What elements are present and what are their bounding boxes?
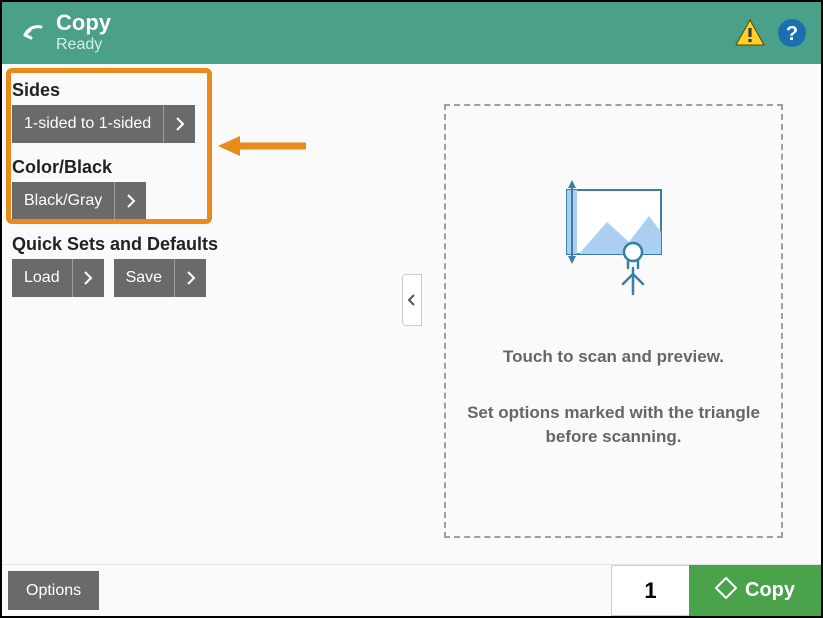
annotation-arrow-icon <box>218 136 308 156</box>
preview-line2: Set options marked with the triangle bef… <box>466 401 761 449</box>
footer-bar: Options Copy <box>2 564 821 616</box>
main-area: Sides 1-sided to 1-sided Color/Black Bla… <box>2 64 821 564</box>
preview-pane: Touch to scan and preview. Set options m… <box>404 64 821 564</box>
save-button[interactable]: Save <box>114 259 206 297</box>
preview-line1: Touch to scan and preview. <box>503 347 724 367</box>
warning-icon[interactable] <box>733 16 767 50</box>
save-label: Save <box>114 269 174 287</box>
svg-text:?: ? <box>786 23 798 45</box>
color-value: Black/Gray <box>12 192 114 210</box>
load-label: Load <box>12 269 72 287</box>
chevron-right-icon <box>163 105 195 143</box>
status-text: Ready <box>56 36 111 54</box>
help-icon[interactable]: ? <box>775 16 809 50</box>
back-icon[interactable] <box>14 15 50 51</box>
preview-area[interactable]: Touch to scan and preview. Set options m… <box>444 104 783 538</box>
chevron-right-icon <box>72 259 104 297</box>
color-label: Color/Black <box>12 157 394 178</box>
sides-value: 1-sided to 1-sided <box>12 115 163 133</box>
settings-pane: Sides 1-sided to 1-sided Color/Black Bla… <box>2 64 404 564</box>
sides-label: Sides <box>12 80 394 101</box>
collapse-handle[interactable] <box>402 274 422 326</box>
copy-label: Copy <box>745 579 795 602</box>
page-title: Copy <box>56 12 111 34</box>
copies-input[interactable] <box>611 565 689 616</box>
quicksets-label: Quick Sets and Defaults <box>12 234 394 255</box>
copy-button[interactable]: Copy <box>689 565 821 616</box>
diamond-icon <box>715 577 737 605</box>
sides-select[interactable]: 1-sided to 1-sided <box>12 105 195 143</box>
chevron-right-icon <box>174 259 206 297</box>
chevron-right-icon <box>114 182 146 220</box>
header-bar: Copy Ready ? <box>2 2 821 64</box>
color-select[interactable]: Black/Gray <box>12 182 146 220</box>
preview-illustration-icon <box>549 176 679 301</box>
options-button[interactable]: Options <box>8 571 99 610</box>
load-button[interactable]: Load <box>12 259 104 297</box>
title-block: Copy Ready <box>56 12 111 54</box>
